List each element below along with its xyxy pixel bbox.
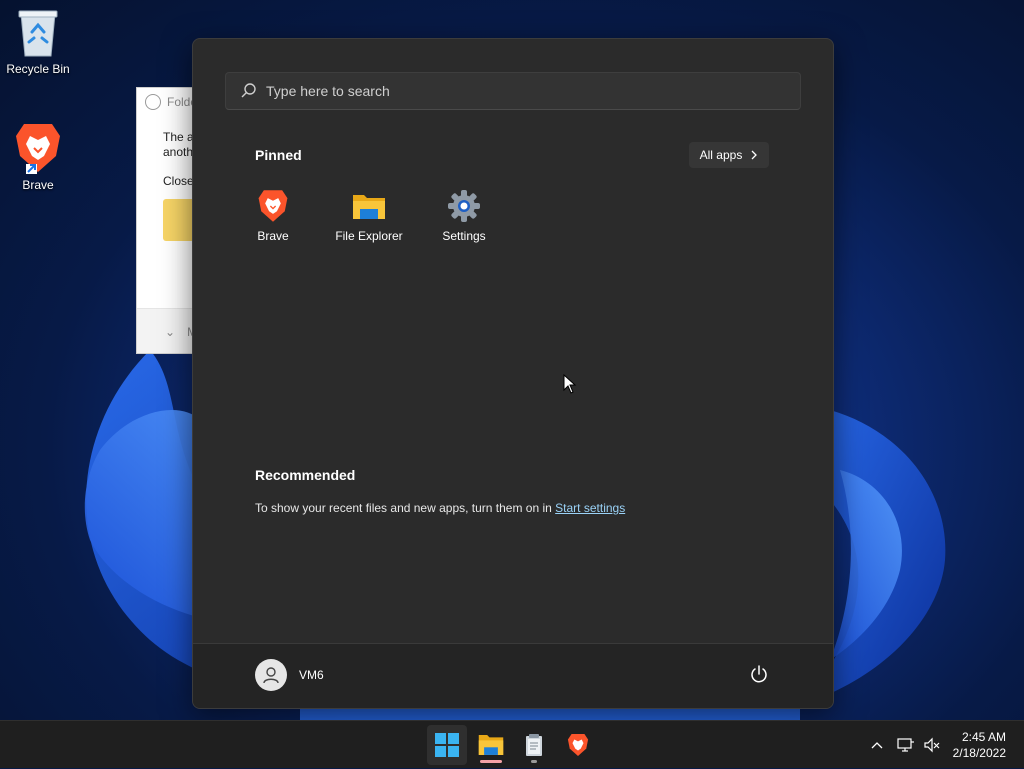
user-account-button[interactable]: VM6 (255, 659, 324, 691)
brave-lion-icon (567, 734, 589, 756)
notepad-icon (526, 734, 542, 756)
taskbar-file-explorer[interactable] (471, 725, 511, 765)
dialog-message-line2: anoth (163, 145, 194, 159)
pinned-app-label: Settings (442, 229, 486, 243)
pinned-app-settings[interactable]: Settings (421, 189, 507, 243)
pinned-app-brave[interactable]: Brave (230, 189, 316, 243)
running-indicator (480, 760, 502, 763)
desktop-icon-label: Recycle Bin (6, 62, 70, 76)
taskbar: 2:45 AM 2/18/2022 (0, 720, 1024, 768)
power-icon (751, 665, 767, 683)
windows-logo-icon (435, 733, 459, 757)
pinned-app-file-explorer[interactable]: File Explorer (326, 189, 412, 243)
volume-muted-icon[interactable] (920, 737, 944, 753)
running-indicator (531, 760, 537, 763)
network-icon[interactable] (892, 737, 920, 753)
taskbar-notepad[interactable] (514, 725, 554, 765)
clock-icon (145, 94, 161, 110)
system-tray (866, 721, 944, 769)
brave-lion-icon (258, 190, 288, 222)
folder-icon (353, 195, 385, 219)
recommended-title: Recommended (255, 467, 356, 483)
chevron-up-icon[interactable] (866, 741, 888, 749)
clock-date: 2/18/2022 (952, 746, 1006, 760)
clock-time: 2:45 AM (961, 730, 1006, 744)
taskbar-clock[interactable]: 2:45 AM 2/18/2022 (953, 729, 1006, 761)
mouse-cursor-icon (563, 374, 577, 394)
desktop-icon-recycle-bin[interactable]: Recycle Bin (0, 8, 76, 76)
chevron-right-icon (751, 150, 758, 160)
start-menu: Type here to search Pinned All apps Brav… (192, 38, 834, 709)
start-settings-link[interactable]: Start settings (555, 501, 625, 515)
search-icon (241, 83, 256, 98)
desktop-icon-brave[interactable]: Brave (0, 122, 76, 192)
chevron-down-icon[interactable]: ⌄ (165, 325, 175, 339)
dialog-message-line1: The a (163, 130, 194, 144)
pinned-app-label: File Explorer (335, 229, 403, 243)
start-menu-footer: VM6 (193, 643, 833, 708)
recommended-message: To show your recent files and new apps, … (255, 501, 625, 515)
search-box[interactable]: Type here to search (225, 72, 801, 110)
folder-icon (478, 735, 504, 755)
recycle-bin-icon (18, 10, 58, 57)
taskbar-brave[interactable] (558, 725, 598, 765)
taskbar-start-button[interactable] (427, 725, 467, 765)
pinned-title: Pinned (255, 147, 302, 163)
gear-icon (448, 190, 480, 222)
brave-lion-icon (16, 124, 60, 174)
all-apps-label: All apps (699, 148, 743, 162)
recommended-message-text: To show your recent files and new apps, … (255, 501, 556, 515)
avatar (255, 659, 287, 691)
user-name: VM6 (299, 668, 324, 682)
power-button[interactable] (749, 664, 769, 689)
pinned-app-label: Brave (257, 229, 289, 243)
search-placeholder: Type here to search (266, 83, 390, 99)
desktop-icon-label: Brave (22, 178, 54, 192)
all-apps-button[interactable]: All apps (689, 142, 769, 168)
user-icon (263, 667, 279, 684)
